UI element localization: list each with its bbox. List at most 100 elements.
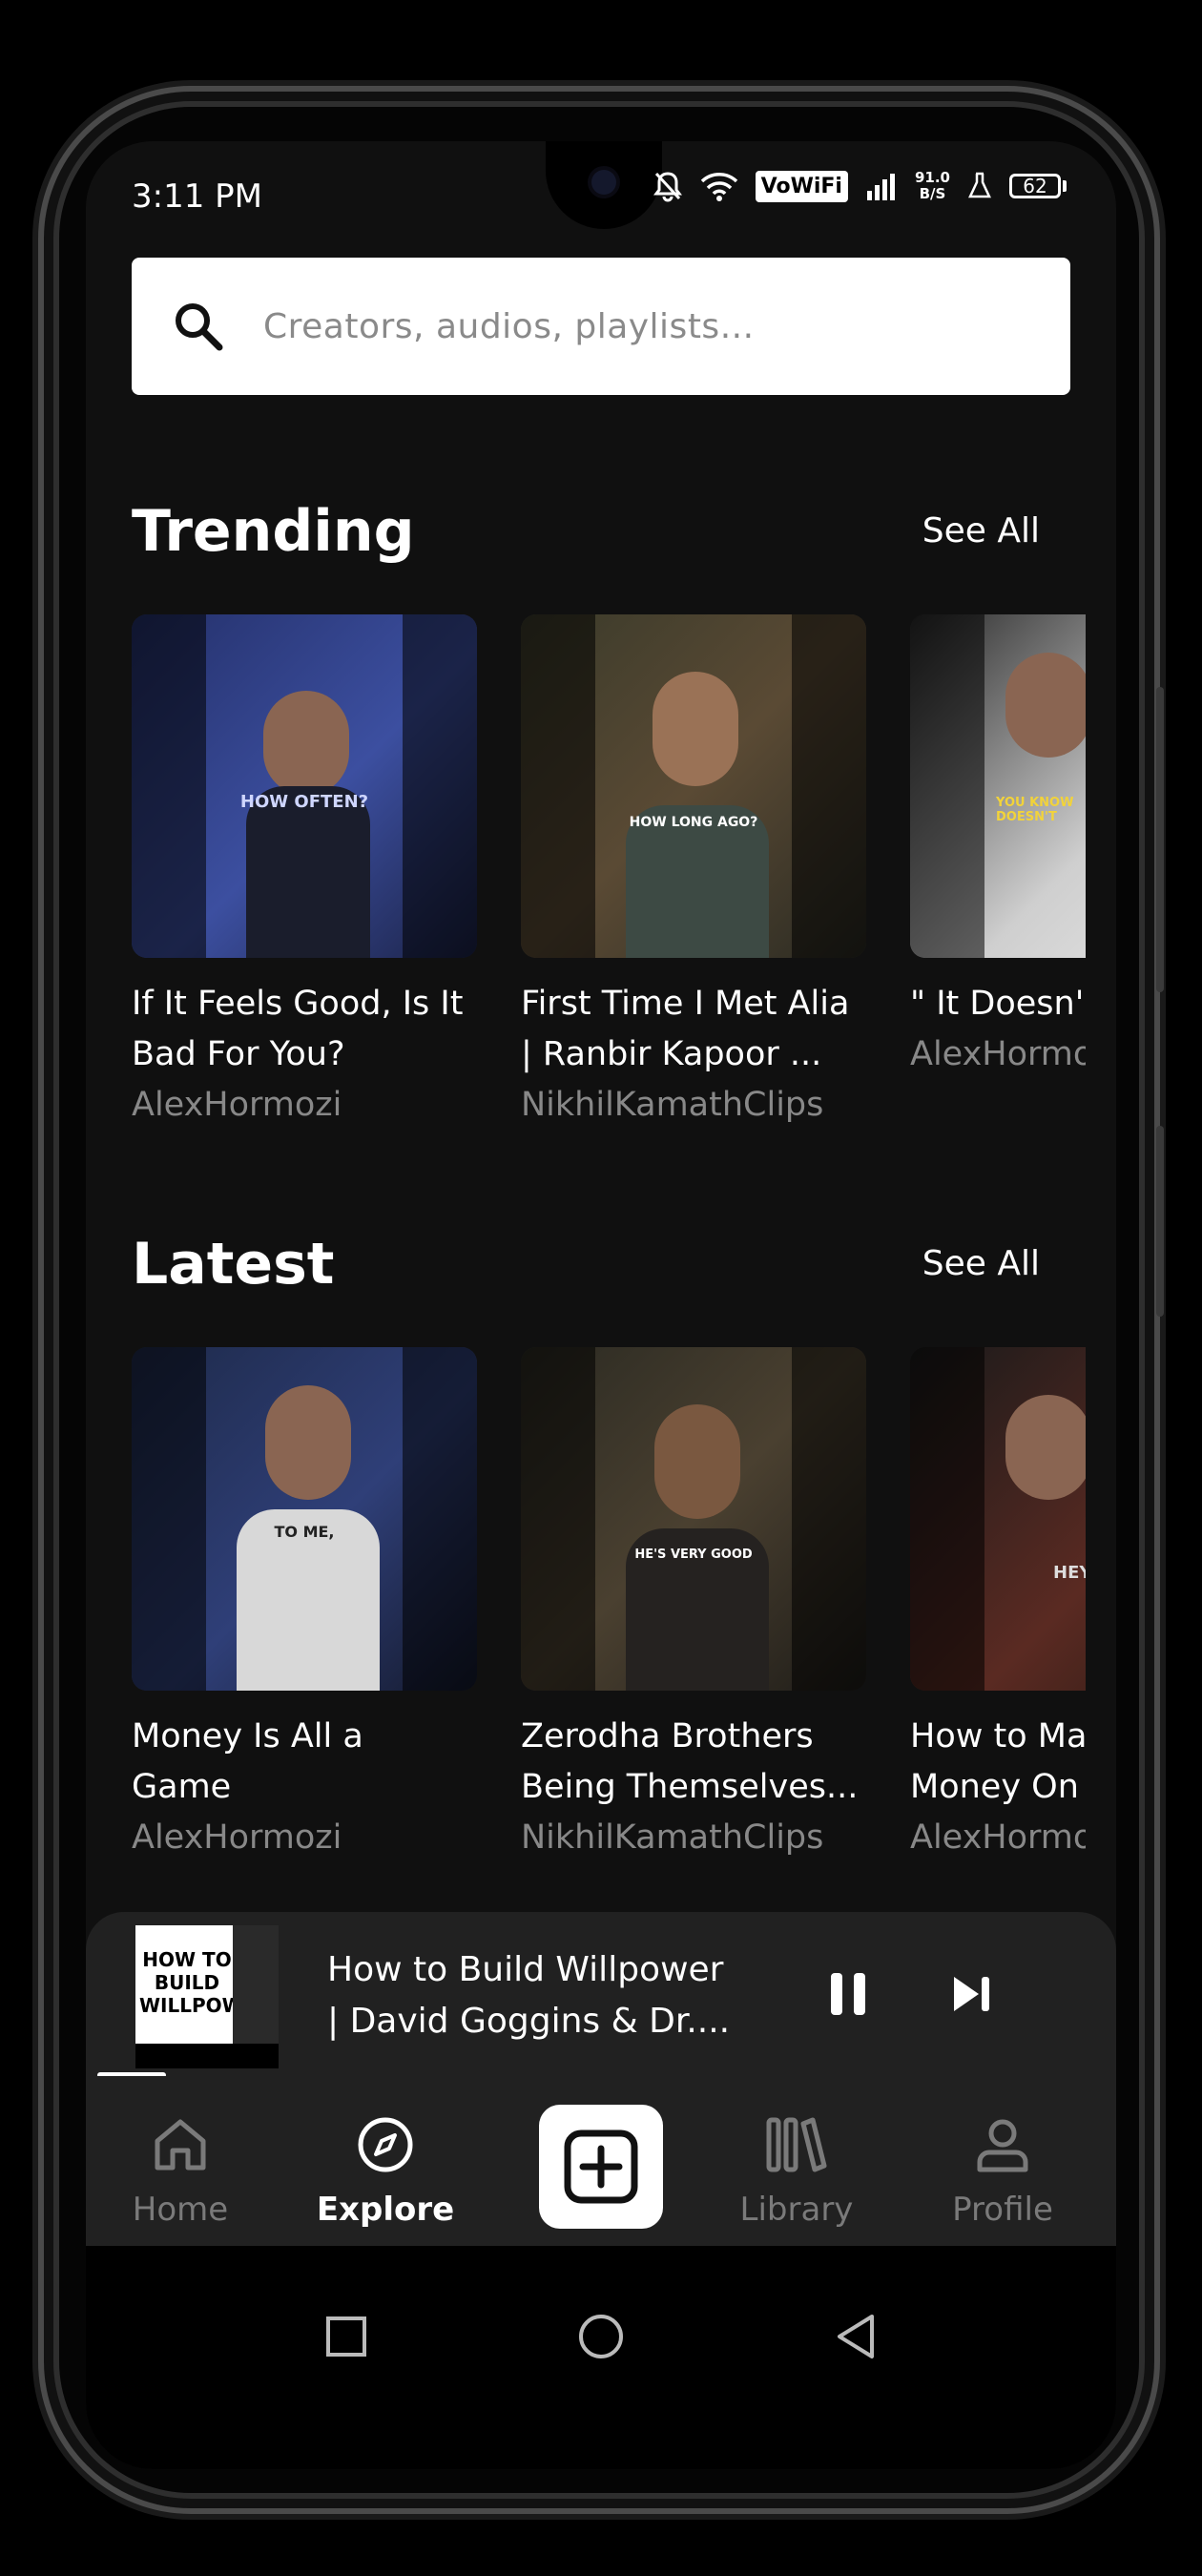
home-circle-icon[interactable] [577,2313,625,2360]
person-figure [1005,1395,1086,1500]
flask-icon [968,172,991,198]
latest-see-all-button[interactable]: See All [922,1244,1040,1283]
trending-card[interactable]: YOU KNOW DOESN'T " It Doesn' AlexHormo [910,614,1086,1080]
card-title-line: Being Themselves... [521,1768,859,1806]
video-thumbnail: TO ME, [132,1347,477,1691]
mute-bell-icon [653,172,682,202]
skip-next-icon[interactable] [950,1971,994,2017]
camera-notch [546,141,662,229]
add-square-icon [564,2129,638,2204]
video-thumbnail: HOW OFTEN? [132,614,477,958]
search-placeholder: Creators, audios, playlists... [263,306,755,346]
recents-square-icon[interactable] [324,2315,368,2358]
thumbnail-blur-right [792,614,866,958]
thumbnail-blur-left [910,1347,984,1691]
latest-carousel[interactable]: TO ME, Money Is All a Game AlexHormozi H… [132,1347,1086,1862]
video-thumbnail: YOU KNOW DOESN'T [910,614,1086,958]
card-title: If It Feels Good, Is It Bad For You? [132,979,477,1080]
pause-icon[interactable] [827,1969,871,2019]
thumbnail-blur-right [792,1347,866,1691]
card-title-line: Money Is All a [132,1717,363,1755]
thumbnail-blur-left [132,1347,206,1691]
speed-unit: B/S [919,185,946,202]
nav-library[interactable]: Library [720,2114,873,2229]
now-playing-artwork: HOW TO BUILD WILLPOWER [135,1925,279,2068]
card-title-line: | Ranbir Kapoor ... [521,1035,822,1073]
card-title-line: How to Ma [910,1717,1086,1755]
system-navigation-bar [86,2246,1116,2469]
card-title: " It Doesn' [910,979,1086,1029]
card-title: Money Is All a Game [132,1712,477,1813]
speed-value: 91.0 [914,169,950,186]
nav-explore[interactable]: Explore [309,2114,462,2229]
trending-carousel[interactable]: HOW OFTEN? If It Feels Good, Is It Bad F… [132,614,1086,1130]
person-figure [653,672,738,786]
compass-icon [358,2117,413,2172]
card-author: AlexHormo [910,1818,1086,1857]
back-triangle-icon[interactable] [834,2313,878,2360]
thumbnail-blur-right [403,1347,477,1691]
thumbnail-caption: HOW OFTEN? [239,792,369,812]
network-speed: 91.0 B/S [915,170,950,202]
artwork-band [135,2044,279,2068]
now-playing-title: How to Build Willpower | David Goggins &… [327,1944,776,2047]
card-title-line: " It Doesn' [910,985,1085,1023]
card-title-line: Zerodha Brothers [521,1717,814,1755]
thumbnail-caption: HE'S VERY GOOD [634,1548,753,1562]
thumbnail-blur-right [403,614,477,958]
card-title: How to Ma Money On [910,1712,1086,1813]
thumbnail-caption: YOU KNOW DOESN'T [996,796,1074,824]
thumbnail-blur-left [910,614,984,958]
latest-title: Latest [132,1231,335,1298]
vowifi-badge: VoWiFi [755,170,848,202]
front-camera [591,170,616,195]
battery-tip [1063,180,1067,192]
card-title-line: Bad For You? [132,1035,345,1073]
card-author: AlexHormo [910,1035,1086,1073]
card-title-line: Game [132,1768,232,1806]
card-title-line: First Time I Met Alia [521,985,850,1023]
power-button [1156,1126,1164,1317]
status-icons: VoWiFi 91.0 B/S 62 [653,170,1067,202]
card-title-line: Money On [910,1768,1079,1806]
video-thumbnail: HE'S VERY GOOD [521,1347,866,1691]
nav-library-label: Library [739,2191,854,2229]
wifi-icon [700,173,737,201]
latest-card[interactable]: HE'S VERY GOOD Zerodha Brothers Being Th… [521,1347,866,1862]
bottom-navigation: Home Explore Library Profile [86,2076,1116,2246]
thumbnail-blur-left [521,614,595,958]
card-title: First Time I Met Alia | Ranbir Kapoor ..… [521,979,866,1080]
trending-see-all-button[interactable]: See All [922,511,1040,551]
latest-card[interactable]: TO ME, Money Is All a Game AlexHormozi [132,1347,477,1862]
now-playing-title-line: | David Goggins & Dr.... [327,2002,731,2041]
thumbnail-caption: HOW LONG AGO? [629,815,758,830]
person-figure [1005,653,1086,758]
card-author: AlexHormozi [132,1086,342,1124]
card-author: NikhilKamathClips [521,1818,824,1857]
create-button[interactable] [539,2105,663,2229]
app-screen: 3:11 PM VoWiFi 91.0 B/S 62 Creators, aud… [86,141,1116,2469]
thumbnail-blur-left [132,614,206,958]
nav-profile-label: Profile [952,2191,1053,2229]
nav-profile[interactable]: Profile [926,2114,1079,2229]
mini-player[interactable]: HOW TO BUILD WILLPOWER How to Build Will… [86,1912,1116,2078]
person-figure [265,1385,351,1500]
person-figure [654,1404,740,1519]
thumbnail-caption: HEY [1053,1563,1086,1583]
trending-card[interactable]: HOW OFTEN? If It Feels Good, Is It Bad F… [132,614,477,1130]
thumbnail-blur-left [521,1347,595,1691]
library-icon [766,2117,827,2172]
artwork-text: HOW TO BUILD WILLPOWER [139,1948,271,2017]
home-icon [155,2119,206,2171]
now-playing-title-line: How to Build Willpower [327,1950,724,1989]
trending-card[interactable]: HOW LONG AGO? First Time I Met Alia | Ra… [521,614,866,1130]
battery-indicator: 62 [1009,174,1067,198]
nav-home[interactable]: Home [104,2114,257,2229]
latest-card[interactable]: HEY How to Ma Money On AlexHormo [910,1347,1086,1862]
thumbnail-caption: TO ME, [274,1523,335,1541]
search-bar[interactable]: Creators, audios, playlists... [132,258,1070,395]
volume-button [1156,687,1164,992]
person-body [246,786,370,958]
card-author: NikhilKamathClips [521,1086,824,1124]
video-thumbnail: HEY [910,1347,1086,1691]
